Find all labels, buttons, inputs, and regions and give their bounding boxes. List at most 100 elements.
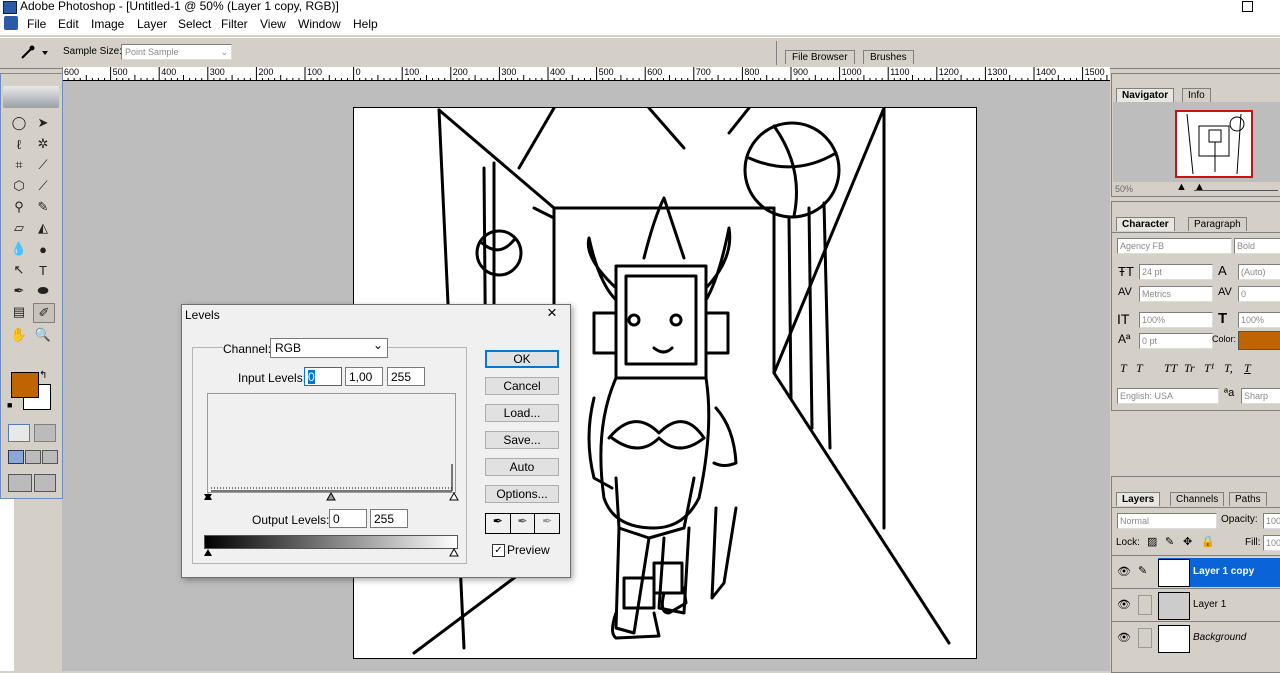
white-eyedropper-icon[interactable]: ✒ [535, 514, 559, 533]
opacity-field[interactable]: 100 [1263, 513, 1280, 529]
zoom-out-icon[interactable]: ▲ [1176, 181, 1187, 193]
font-style-select[interactable]: Bold [1234, 238, 1280, 254]
output-black-field[interactable]: 0 [329, 509, 367, 528]
standard-mode-button[interactable] [8, 424, 30, 442]
faux-bold-button[interactable]: T [1120, 361, 1127, 376]
crop-tool-icon[interactable]: ⌗ [9, 156, 29, 174]
tab-layers[interactable]: Layers [1116, 492, 1161, 506]
output-slider[interactable] [200, 547, 462, 557]
brush-tool-icon[interactable]: ⟋ [33, 177, 53, 195]
auto-button[interactable]: Auto [485, 458, 559, 476]
blend-mode-select[interactable]: Normal [1117, 513, 1217, 529]
gray-eyedropper-icon[interactable]: ✒ [511, 514, 536, 533]
link-box[interactable] [1138, 595, 1152, 615]
zoom-slider[interactable] [1194, 190, 1278, 191]
ellipse-tool-icon[interactable]: ⬬ [33, 282, 53, 300]
menu-help[interactable]: Help [353, 17, 378, 31]
input-white-field[interactable]: 255 [387, 367, 425, 386]
horizontal-scale-field[interactable]: 100% [1238, 312, 1280, 328]
eyedropper-tool-icon[interactable]: ✐ [33, 303, 55, 323]
jump-to-imageready-icon[interactable] [8, 474, 32, 492]
lasso-tool-icon[interactable]: ℓ [9, 135, 29, 153]
tab-channels[interactable]: Channels [1170, 492, 1225, 506]
tab-paths[interactable]: Paths [1229, 492, 1267, 506]
underline-button[interactable]: T [1244, 361, 1251, 376]
tab-paragraph[interactable]: Paragraph [1188, 217, 1247, 231]
text-color-swatch[interactable] [1238, 331, 1280, 350]
channel-select[interactable]: RGB ⌄ [270, 338, 388, 358]
visibility-eye-icon[interactable]: 👁 [1117, 598, 1131, 611]
blur-tool-icon[interactable]: 💧 [9, 240, 29, 258]
kerning-select[interactable]: Metrics [1139, 286, 1213, 302]
lock-all-icon[interactable]: 🔒 [1201, 535, 1215, 548]
notes-tool-icon[interactable]: ▤ [9, 303, 29, 321]
foreground-color-swatch[interactable] [11, 372, 39, 398]
magic-wand-tool-icon[interactable]: ✲ [33, 135, 53, 153]
input-black-field[interactable]: 0 [304, 367, 342, 386]
tool-preset-picker[interactable] [8, 44, 48, 62]
healing-brush-tool-icon[interactable]: ⬡ [9, 177, 29, 195]
swap-colors-icon[interactable]: ↰ [39, 370, 47, 381]
layer-name[interactable]: Layer 1 copy [1193, 566, 1254, 577]
preview-checkbox[interactable]: ✓ [492, 544, 505, 557]
default-colors-icon[interactable]: ■ [7, 400, 12, 410]
language-select[interactable]: English: USA [1117, 388, 1219, 404]
full-screen-menu-mode-icon[interactable] [25, 450, 41, 464]
menu-image[interactable]: Image [91, 17, 124, 31]
layer-row[interactable]: 👁 Background [1112, 621, 1280, 654]
paint-bucket-tool-icon[interactable]: ◭ [33, 219, 53, 237]
cancel-button[interactable]: Cancel [485, 377, 559, 395]
baseline-shift-field[interactable]: 0 pt [1139, 333, 1213, 349]
tab-brushes[interactable]: Brushes [863, 50, 914, 64]
leading-select[interactable]: (Auto) [1238, 264, 1280, 280]
navigator-zoom-value[interactable]: 50% [1115, 184, 1133, 194]
eraser-tool-icon[interactable]: ▱ [9, 219, 29, 237]
layer-row[interactable]: 👁 ✎ Layer 1 copy [1112, 555, 1280, 588]
fill-field[interactable]: 100 [1263, 535, 1280, 551]
input-gamma-field[interactable]: 1,00 [345, 367, 383, 386]
sample-size-select[interactable]: Point Sample ⌄ [121, 44, 232, 60]
tab-navigator[interactable]: Navigator [1116, 88, 1175, 102]
slice-tool-icon[interactable]: ⟋ [33, 156, 53, 174]
hand-tool-icon[interactable]: ✋ [9, 326, 29, 344]
superscript-button[interactable]: T¹ [1204, 361, 1214, 376]
layer-row[interactable]: 👁 Layer 1 [1112, 588, 1280, 621]
tab-file-browser[interactable]: File Browser [785, 50, 855, 64]
clone-stamp-tool-icon[interactable]: ⚲ [9, 198, 29, 216]
faux-italic-button[interactable]: T [1136, 361, 1143, 376]
layer-name[interactable]: Layer 1 [1193, 599, 1226, 610]
tracking-select[interactable]: 0 [1238, 286, 1280, 302]
restore-window-button[interactable] [1242, 1, 1253, 12]
load-button[interactable]: Load... [485, 404, 559, 422]
link-box[interactable] [1138, 628, 1152, 648]
vertical-scale-field[interactable]: 100% [1139, 312, 1213, 328]
ok-button[interactable]: OK [485, 350, 559, 368]
lock-position-icon[interactable]: ✥ [1183, 535, 1192, 548]
black-eyedropper-icon[interactable]: ✒ [486, 514, 511, 533]
tab-info[interactable]: Info [1182, 88, 1211, 102]
menu-filter[interactable]: Filter [221, 17, 248, 31]
dodge-tool-icon[interactable]: ● [33, 240, 53, 258]
menu-file[interactable]: File [27, 17, 46, 31]
subscript-button[interactable]: T, [1224, 361, 1233, 376]
marquee-tool-icon[interactable]: ◯ [9, 114, 29, 132]
brush-link-icon[interactable]: ✎ [1138, 564, 1147, 577]
lock-image-icon[interactable]: ✎ [1165, 535, 1174, 548]
adobe-online-icon[interactable] [3, 86, 59, 108]
menu-select[interactable]: Select [178, 17, 211, 31]
menu-edit[interactable]: Edit [58, 17, 79, 31]
lock-transparency-icon[interactable]: ▨ [1147, 535, 1157, 548]
small-caps-button[interactable]: Tr [1184, 361, 1195, 376]
edit-in-imageready-icon[interactable] [34, 474, 56, 492]
type-tool-icon[interactable]: T [33, 261, 53, 279]
standard-screen-mode-icon[interactable] [8, 450, 24, 464]
history-brush-tool-icon[interactable]: ✎ [33, 198, 53, 216]
path-selection-tool-icon[interactable]: ↖ [9, 261, 29, 279]
move-tool-icon[interactable]: ➤ [33, 114, 53, 132]
menu-layer[interactable]: Layer [137, 17, 167, 31]
zoom-tool-icon[interactable]: 🔍 [33, 326, 53, 344]
layer-name[interactable]: Background [1193, 632, 1246, 643]
font-size-select[interactable]: 24 pt [1139, 264, 1213, 280]
antialias-select[interactable]: Sharp [1241, 388, 1280, 404]
navigator-view-box[interactable] [1175, 110, 1253, 178]
